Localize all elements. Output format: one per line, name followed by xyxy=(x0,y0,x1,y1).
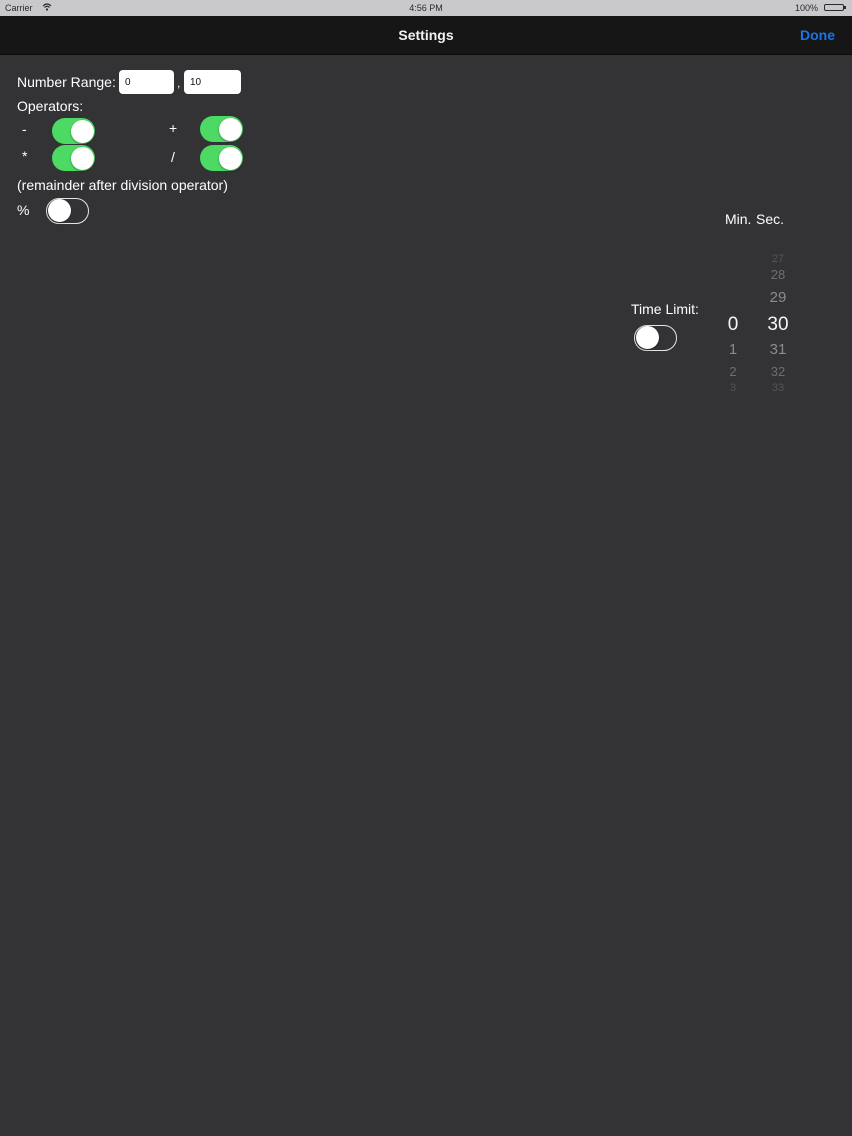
picker-second-option[interactable]: 29 xyxy=(760,289,796,306)
seconds-picker[interactable]: 27 28 29 30 31 32 33 xyxy=(760,250,796,395)
divide-operator-toggle[interactable] xyxy=(200,145,243,171)
picker-minute-option[interactable]: 0 xyxy=(718,314,748,336)
multiply-operator-toggle[interactable] xyxy=(52,145,95,171)
picker-minute-option[interactable]: 1 xyxy=(718,341,748,358)
page-title: Settings xyxy=(398,27,454,43)
picker-second-option[interactable]: 33 xyxy=(760,382,796,394)
picker-second-option[interactable]: 28 xyxy=(760,267,796,282)
done-button[interactable]: Done xyxy=(800,27,835,43)
minus-operator-label: - xyxy=(22,121,27,137)
picker-second-option[interactable]: 27 xyxy=(760,253,796,265)
status-time: 4:56 PM xyxy=(409,3,443,13)
battery-icon xyxy=(824,4,846,11)
picker-second-option[interactable]: 32 xyxy=(760,364,796,379)
operators-label: Operators: xyxy=(17,98,84,114)
plus-operator-toggle[interactable] xyxy=(200,116,243,142)
remainder-note: (remainder after division operator) xyxy=(17,177,228,193)
picker-minute-option[interactable]: 3 xyxy=(718,382,748,394)
multiply-operator-label: * xyxy=(22,148,28,164)
range-max-field[interactable] xyxy=(184,70,241,94)
range-min-field[interactable] xyxy=(119,70,174,94)
battery-percent: 100% xyxy=(794,3,818,13)
time-limit-label: Time Limit: xyxy=(631,301,699,317)
navigation-bar: Settings Done xyxy=(0,16,852,55)
plus-operator-label: + xyxy=(169,120,178,136)
minutes-header: Min. xyxy=(725,211,752,227)
minutes-picker[interactable]: 0 1 2 3 xyxy=(718,250,748,395)
picker-second-option[interactable]: 30 xyxy=(760,314,796,336)
status-bar: Carrier 4:56 PM 100% xyxy=(0,0,852,16)
range-separator: , xyxy=(177,76,181,90)
minus-operator-toggle[interactable] xyxy=(52,118,95,144)
picker-minute-option[interactable]: 2 xyxy=(718,364,748,379)
number-range-label: Number Range: xyxy=(17,74,116,90)
divide-operator-label: / xyxy=(171,149,175,165)
seconds-header: Sec. xyxy=(756,211,785,227)
modulo-operator-toggle[interactable] xyxy=(46,198,89,224)
time-limit-toggle[interactable] xyxy=(634,325,677,351)
picker-second-option[interactable]: 31 xyxy=(760,341,796,358)
modulo-operator-label: % xyxy=(17,202,30,218)
